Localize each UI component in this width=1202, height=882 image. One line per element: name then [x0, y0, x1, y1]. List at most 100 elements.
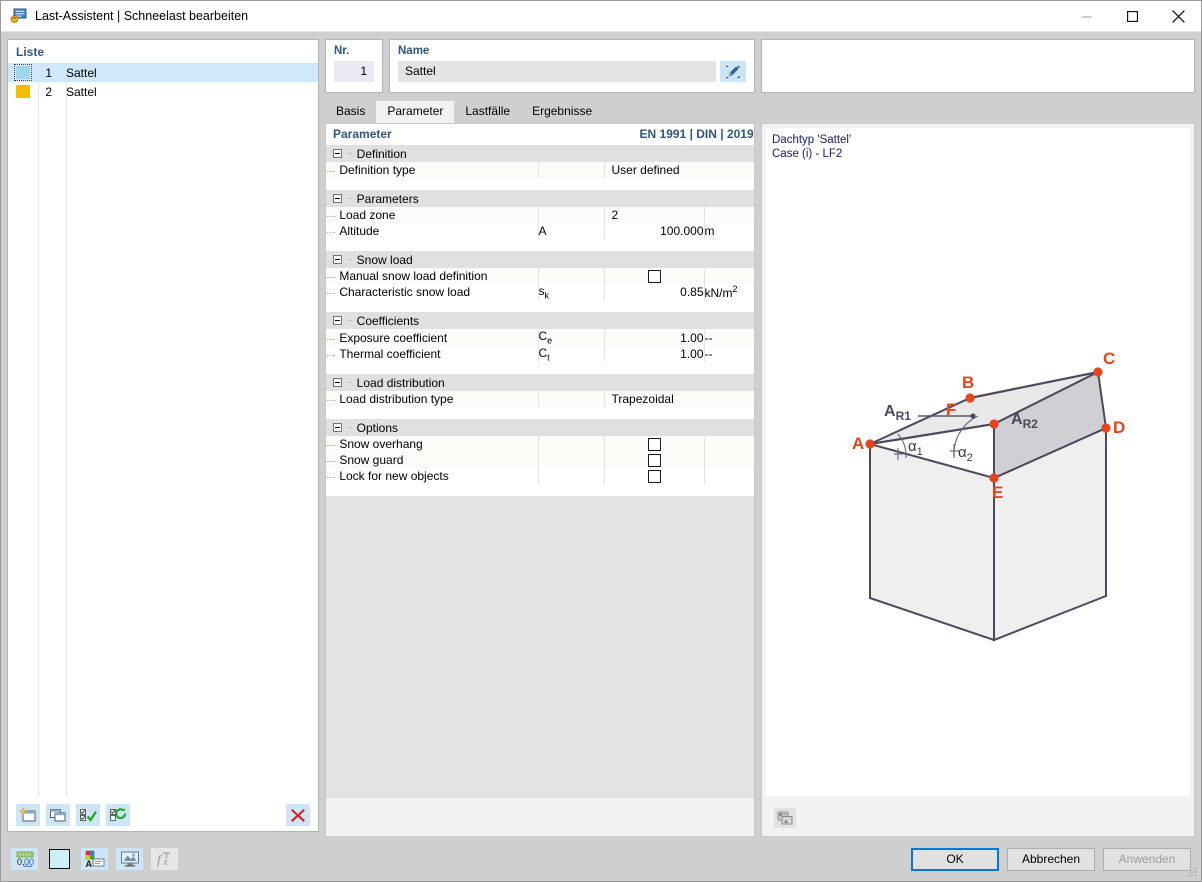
row-label: Manual snow load definition	[339, 269, 488, 283]
red-x-icon	[291, 808, 305, 822]
ok-button[interactable]: OK	[911, 847, 999, 871]
render-view-button[interactable]	[116, 848, 143, 870]
maximize-button[interactable]	[1109, 1, 1155, 32]
collapse-icon[interactable]	[333, 316, 342, 326]
collapse-icon[interactable]	[333, 378, 342, 388]
table-row[interactable]: ···· Snow guard	[326, 452, 754, 469]
row-symbol	[537, 162, 604, 178]
table-group-row[interactable]: ·· Options	[326, 419, 754, 437]
table-row[interactable]: ···· Manual snow load definition	[326, 268, 754, 284]
list-header: Liste	[16, 45, 45, 59]
list-area: 1 Sattel 2 Sattel	[8, 63, 318, 797]
value-display-button[interactable]: 0, 00	[11, 848, 38, 870]
list-item-number: 2	[45, 84, 52, 99]
row-label: Lock for new objects	[339, 469, 449, 484]
row-value[interactable]: User defined	[603, 162, 754, 178]
select-all-button[interactable]	[76, 803, 100, 826]
collapse-icon[interactable]	[333, 194, 342, 203]
row-unit	[703, 268, 754, 284]
color-swatch-button[interactable]	[46, 848, 73, 870]
row-value[interactable]: 1.00	[603, 329, 704, 346]
row-value[interactable]: 0.85	[603, 284, 704, 301]
table-row[interactable]: ···· Definition type User defined	[326, 162, 754, 178]
list-item-name: Sattel	[66, 65, 97, 80]
diagram-canvas[interactable]: Dachtyp 'Sattel' Case (i) - LF2 A B C D …	[766, 128, 1190, 796]
list-item[interactable]: 2 Sattel	[8, 82, 318, 101]
color-swatch-cell	[8, 85, 38, 98]
row-label: Altitude	[339, 224, 380, 238]
resize-grip[interactable]	[1186, 866, 1198, 878]
formula-button: f x	[151, 848, 178, 870]
name-edit-button[interactable]	[720, 61, 746, 82]
number-input[interactable]: 1	[334, 61, 374, 82]
name-input-row: Sattel	[398, 61, 746, 82]
checkbox[interactable]	[647, 470, 661, 484]
copy-item-button[interactable]	[46, 803, 70, 826]
number-field-box: Nr. 1	[325, 39, 383, 93]
tab-parameter[interactable]: Parameter	[376, 101, 455, 123]
pencil-edit-icon	[726, 65, 740, 78]
list-item[interactable]: 1 Sattel	[8, 63, 318, 82]
invert-selection-button[interactable]	[106, 803, 130, 826]
preview-header-box	[761, 39, 1195, 93]
table-group-row[interactable]: ·· Parameters	[326, 190, 754, 207]
row-value[interactable]: 2	[603, 207, 704, 223]
table-row[interactable]: ···· Load zone 2	[326, 207, 754, 223]
table-group-row[interactable]: ·· Definition	[326, 145, 754, 162]
row-value-checkbox[interactable]	[603, 468, 704, 485]
row-value-checkbox[interactable]	[603, 268, 704, 284]
table-group-row[interactable]: ·· Load distribution	[326, 374, 754, 392]
row-symbol: A	[537, 223, 604, 239]
row-label: Snow guard	[339, 453, 404, 468]
new-item-button[interactable]	[16, 803, 40, 826]
table-row[interactable]: ···· Snow overhang	[326, 436, 754, 453]
preview-footer	[762, 800, 1194, 836]
row-value[interactable]: Trapezoidal	[603, 391, 754, 408]
parameter-scroll-area[interactable]: Parameter EN 1991 | DIN | 2019-04 ··Defi…	[326, 124, 754, 798]
table-row[interactable]: ···· Exposure coefficient Ce 1.00 --	[326, 329, 754, 346]
numeric-000-icon: 0, 00	[16, 851, 34, 867]
close-button[interactable]	[1155, 1, 1201, 32]
row-value[interactable]: 1.00	[603, 345, 704, 363]
name-input[interactable]: Sattel	[398, 61, 716, 82]
checkbox[interactable]	[647, 454, 661, 468]
tab-basis[interactable]: Basis	[325, 101, 376, 123]
row-symbol	[537, 468, 604, 485]
collapse-icon[interactable]	[333, 423, 342, 433]
row-value-checkbox[interactable]	[603, 436, 704, 453]
table-row[interactable]: ···· Load distribution type Trapezoidal	[326, 391, 754, 408]
table-row[interactable]: ···· Altitude A 100.000 m	[326, 223, 754, 239]
tab-lastfaelle[interactable]: Lastfälle	[454, 101, 521, 123]
label-b: B	[962, 373, 975, 392]
delete-item-button[interactable]	[286, 803, 310, 826]
screenshot-icon	[777, 811, 793, 825]
cancel-button[interactable]: Abbrechen	[1007, 847, 1095, 871]
label-d: D	[1113, 418, 1126, 437]
parameter-panel-footer	[326, 798, 754, 836]
checkbox[interactable]	[647, 438, 661, 452]
screenshot-button[interactable]	[774, 808, 796, 828]
collapse-icon[interactable]	[333, 149, 342, 158]
diagram-labels: A B C D E F AR1 AR2 α1 α2	[766, 128, 1190, 768]
color-swatch[interactable]	[14, 64, 32, 81]
group-title: Load distribution	[356, 375, 445, 390]
table-row[interactable]: ···· Thermal coefficient Ct 1.00 --	[326, 345, 754, 363]
tab-ergebnisse[interactable]: Ergebnisse	[521, 101, 603, 123]
parameter-table-header: Parameter EN 1991 | DIN | 2019-04	[326, 124, 754, 145]
minimize-button[interactable]	[1063, 1, 1109, 32]
table-group-row[interactable]: ·· Coefficients	[326, 312, 754, 330]
row-unit	[703, 436, 754, 453]
checkbox[interactable]	[647, 270, 661, 284]
window-controls	[1063, 1, 1201, 32]
row-symbol	[537, 207, 604, 223]
table-row[interactable]: ···· Characteristic snow load sk 0.85 kN/…	[326, 284, 754, 301]
color-swatch[interactable]	[16, 85, 30, 98]
row-value[interactable]: 100.000	[603, 223, 704, 239]
table-group-row[interactable]: ·· Snow load	[326, 251, 754, 268]
row-unit: m	[703, 223, 754, 239]
label-display-button[interactable]: A	[81, 848, 108, 870]
label-alpha1: α1	[908, 438, 923, 458]
row-value-checkbox[interactable]	[603, 452, 704, 469]
table-row[interactable]: ···· Lock for new objects	[326, 468, 754, 485]
collapse-icon[interactable]	[333, 255, 342, 264]
